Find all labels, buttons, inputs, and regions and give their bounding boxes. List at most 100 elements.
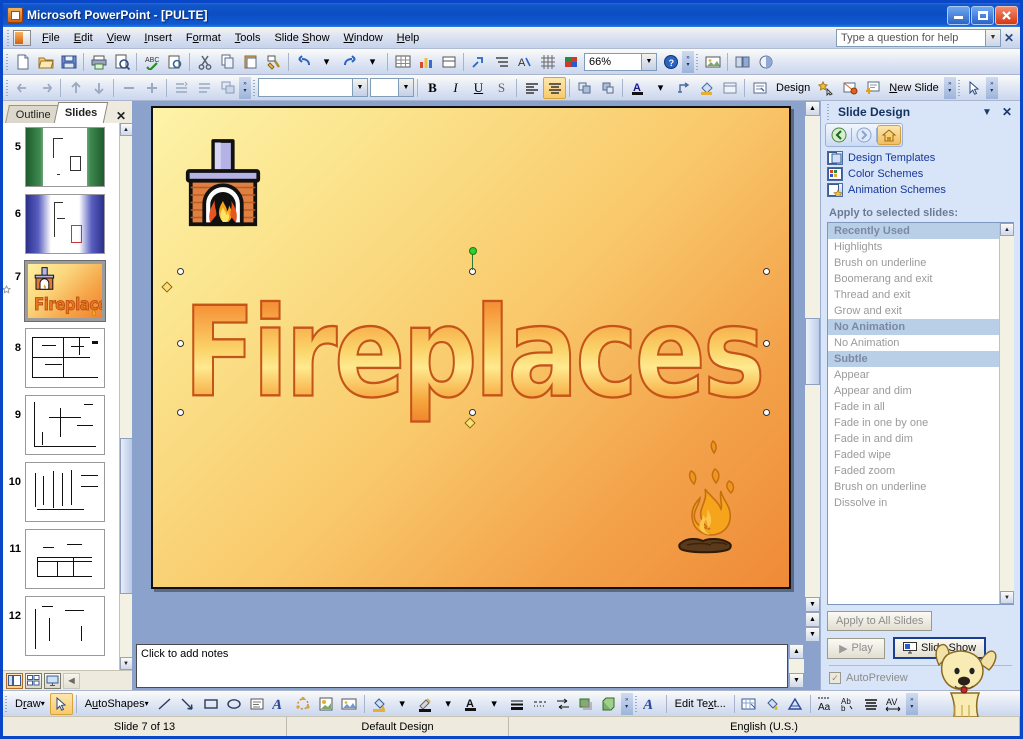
font-size-combo[interactable]: ▼ — [370, 78, 414, 97]
extra-toolbar-grip[interactable] — [955, 79, 963, 96]
font-color-drawing-icon[interactable]: A — [460, 693, 483, 715]
outline-promote-icon[interactable] — [11, 77, 34, 99]
extra-toolbar-overflow[interactable]: » ▾ — [985, 76, 998, 99]
font-color-button[interactable]: A — [626, 77, 649, 99]
wordart-object[interactable]: Fireplaces — [178, 278, 768, 428]
slide-thumbnail[interactable] — [25, 462, 105, 522]
draw-menu-button[interactable]: Dr aw ▾ — [10, 693, 50, 715]
slide-sorter-icon[interactable] — [25, 672, 42, 689]
wordart-gallery-icon[interactable] — [738, 693, 761, 715]
scheme-list-scrollbar[interactable]: ▲ ▼ — [999, 223, 1014, 604]
thumbnail-row[interactable]: 11 — [3, 529, 119, 589]
font-color-drawing-dropdown[interactable]: ▾ — [483, 693, 506, 715]
new-slide-icon[interactable] — [861, 77, 884, 99]
slide-thumbnail[interactable] — [25, 596, 105, 656]
text-box-icon[interactable] — [246, 693, 269, 715]
slide-thumbnail[interactable] — [25, 328, 105, 388]
shadow-style-icon[interactable] — [575, 693, 598, 715]
scheme-item-thread-and-exit[interactable]: Thread and exit — [828, 287, 999, 303]
notes-scroll-down-icon[interactable]: ▼ — [789, 673, 804, 688]
autopreview-checkbox[interactable]: ✓ — [829, 672, 841, 684]
paste-icon[interactable] — [239, 51, 262, 73]
menu-view[interactable]: View — [100, 29, 138, 47]
tables-borders-icon[interactable] — [437, 51, 460, 73]
drawing-toolbar-overflow[interactable]: » ▾ — [620, 692, 633, 715]
link-design-templates[interactable]: Design Templates — [827, 151, 1014, 165]
previous-slide-icon[interactable]: ◄ — [63, 672, 80, 689]
zoom-value[interactable]: 66% — [584, 52, 641, 71]
animation-scheme-list[interactable]: Recently Used Highlights Brush on underl… — [828, 223, 999, 604]
font-name-combo[interactable]: ▼ — [258, 78, 368, 97]
select-objects-icon[interactable] — [49, 692, 73, 715]
thumbnail-row[interactable]: 6 — [3, 194, 119, 254]
font-name-arrow[interactable]: ▼ — [352, 79, 367, 96]
thumbnail-row[interactable]: 5 — [3, 127, 119, 187]
forward-arrow-icon[interactable] — [852, 125, 876, 145]
link-animation-schemes[interactable]: Animation Schemes — [827, 183, 1014, 197]
selection-handle-nw[interactable] — [177, 268, 184, 275]
line-color-dropdown[interactable]: ▾ — [437, 693, 460, 715]
rectangle-icon[interactable] — [200, 693, 223, 715]
summary-slide-icon[interactable] — [216, 77, 239, 99]
autopreview-row[interactable]: ✓ AutoPreview — [827, 672, 1014, 684]
task-pane-menu-arrow[interactable]: ▼ — [976, 107, 998, 118]
menu-tools[interactable]: Tools — [228, 29, 268, 47]
zoom-control[interactable]: 66% ▼ — [584, 52, 657, 71]
slide-layout-icon[interactable] — [731, 51, 754, 73]
slide-show-icon[interactable] — [44, 672, 61, 689]
selection-handle-s[interactable] — [469, 409, 476, 416]
align-left-button[interactable] — [520, 77, 543, 99]
thumbnail-row[interactable]: 9 — [3, 395, 119, 455]
wordart-vertical-text-icon[interactable]: Ab b — [837, 693, 860, 715]
selection-handle-se[interactable] — [763, 409, 770, 416]
bold-button[interactable]: B — [421, 77, 444, 99]
3d-style-icon[interactable] — [598, 693, 621, 715]
format-wordart-icon[interactable] — [761, 693, 784, 715]
formatting-toolbar-grip[interactable] — [4, 79, 11, 96]
selection-handle-sw[interactable] — [177, 409, 184, 416]
font-toolbar-grip[interactable] — [251, 79, 258, 96]
grid-icon[interactable] — [536, 51, 559, 73]
slide-transition-button-icon[interactable] — [838, 77, 861, 99]
arrow-style-icon[interactable] — [552, 693, 575, 715]
previous-slide-button[interactable]: ▲ — [805, 612, 820, 627]
italic-button[interactable]: I — [444, 77, 467, 99]
fill-color-button[interactable] — [695, 77, 718, 99]
spelling-icon[interactable]: ABC — [140, 51, 163, 73]
help-close-icon[interactable]: ✕ — [1001, 31, 1017, 45]
scheme-item-faded-zoom[interactable]: Faded zoom — [828, 463, 999, 479]
open-icon[interactable] — [34, 51, 57, 73]
thumbnail-row[interactable]: 8 — [3, 328, 119, 388]
slides-pane-scrollbar[interactable]: ▲ ▼ — [119, 123, 132, 670]
drawing-toolbar-grip[interactable] — [3, 695, 10, 712]
notes-placeholder[interactable]: Click to add notes — [136, 644, 788, 688]
menu-window[interactable]: Window — [337, 29, 390, 47]
minimize-button[interactable] — [947, 5, 970, 25]
standard-toolbar-grip[interactable] — [4, 53, 11, 70]
shadow-button[interactable]: S — [490, 77, 513, 99]
help-question-input[interactable]: Type a question for help — [836, 28, 986, 47]
undo-icon[interactable] — [292, 51, 315, 73]
insert-wordart-icon[interactable]: A — [269, 693, 292, 715]
rotate-button[interactable] — [672, 77, 695, 99]
undo-dropdown-icon[interactable]: ▾ — [315, 51, 338, 73]
line-style-icon[interactable] — [506, 693, 529, 715]
task-pane-close-icon[interactable]: ✕ — [998, 105, 1016, 119]
menu-grip[interactable] — [5, 29, 12, 46]
back-arrow-icon[interactable] — [827, 125, 851, 145]
save-icon[interactable] — [57, 51, 80, 73]
collapse-all-icon[interactable] — [170, 77, 193, 99]
insert-chart-icon[interactable] — [414, 51, 437, 73]
menu-format[interactable]: Format — [179, 29, 228, 47]
next-slide-button[interactable]: ▼ — [805, 627, 820, 642]
print-preview-icon[interactable] — [110, 51, 133, 73]
new-slide-button-label[interactable]: New Slide — [884, 77, 944, 99]
font-color-dropdown[interactable]: ▾ — [649, 77, 672, 99]
notes-scroll-up-icon[interactable]: ▲ — [789, 644, 804, 659]
scroll-up-icon[interactable]: ▲ — [119, 123, 132, 136]
play-button[interactable]: ▶ Play — [827, 637, 885, 659]
scheme-item-faded-wipe[interactable]: Faded wipe — [828, 447, 999, 463]
help-dropdown-arrow[interactable]: ▼ — [986, 28, 1001, 47]
edit-text-button[interactable]: Edit Te x t... — [670, 693, 731, 715]
scheme-item-fade-in-one-by-one[interactable]: Fade in one by one — [828, 415, 999, 431]
